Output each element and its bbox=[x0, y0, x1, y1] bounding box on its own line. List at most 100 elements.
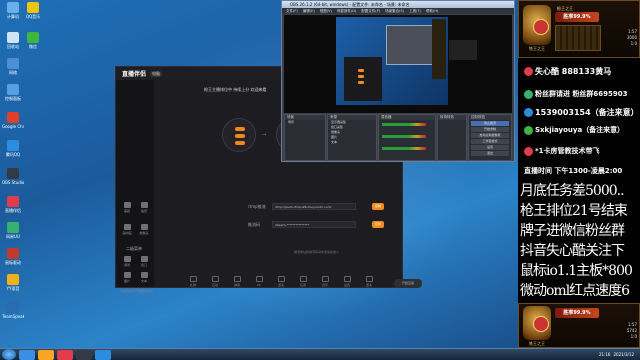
obs-titlebar: OBS 26.1.2 (64-bit, windows) - 配置文件: 未命名… bbox=[282, 1, 514, 8]
desktop-icon[interactable]: Google Chrome bbox=[2, 112, 24, 129]
bottom-tool[interactable]: 互动 bbox=[208, 276, 222, 287]
side-tool-icon bbox=[123, 224, 131, 230]
overlay-line-extra: 888133黄马 bbox=[561, 67, 612, 76]
overlay-line-icon bbox=[524, 125, 533, 135]
taskbar-app-icon[interactable] bbox=[95, 349, 111, 360]
desktop-icon[interactable]: 控制面板 bbox=[2, 84, 24, 101]
obs-menu-item[interactable]: 文件(F) bbox=[286, 8, 298, 14]
obs-control-button[interactable]: 启动虚拟摄像机 bbox=[471, 133, 509, 138]
tray-date[interactable]: 2021/3/12 bbox=[613, 352, 634, 357]
desktop-app-icon bbox=[7, 302, 19, 313]
desktop-icon[interactable]: 网易UU bbox=[2, 222, 24, 239]
bottom-tool[interactable]: PK bbox=[252, 276, 266, 287]
side-tool[interactable]: 图片 bbox=[120, 272, 134, 283]
overlay-line-text: 1539003154（备注来意） bbox=[535, 108, 639, 117]
desktop-icon[interactable]: QQ音乐 bbox=[22, 2, 44, 19]
overlay-line-extra: 粉丝群6695903 bbox=[572, 90, 628, 98]
obs-menu-item[interactable]: 工具(T) bbox=[409, 8, 421, 14]
obs-menu-item[interactable]: 停靠部件(D) bbox=[337, 8, 356, 14]
room-title[interactable]: 枪王主播排位中 持续上分 欢迎来看 bbox=[204, 87, 267, 93]
desktop-app-icon bbox=[7, 274, 19, 285]
scenes-dock[interactable]: 场景 场景 bbox=[284, 114, 326, 161]
desktop-app-icon bbox=[27, 32, 39, 43]
scene-item[interactable]: 场景 bbox=[285, 120, 325, 125]
side-tool[interactable]: 游戏 bbox=[120, 256, 134, 267]
side-tool-label: 画中画 bbox=[122, 231, 132, 235]
desktop-app-icon bbox=[7, 248, 19, 259]
bottom-tool-label: 音乐 bbox=[321, 283, 328, 287]
bottom-tool[interactable]: 音乐 bbox=[318, 276, 332, 287]
desktop-icon[interactable]: 网络 bbox=[2, 58, 24, 75]
desktop-icon[interactable]: TeamSpeak bbox=[2, 302, 24, 319]
side-tool[interactable]: 美颜 bbox=[120, 202, 134, 213]
bottom-tool[interactable]: 更多 bbox=[362, 276, 376, 287]
obs-menu-item[interactable]: 视图(V) bbox=[320, 8, 332, 14]
bottom-tool[interactable]: 连麦 bbox=[274, 276, 288, 287]
tray-clock[interactable]: 21:16 bbox=[599, 352, 611, 357]
transitions-dock[interactable]: 转场特效 bbox=[437, 114, 467, 161]
desktop-icon[interactable]: 鼠标驱动 bbox=[2, 248, 24, 265]
copy-rtmp-button[interactable]: 复制 bbox=[372, 203, 384, 210]
desktop-icon[interactable]: 微信 bbox=[22, 32, 44, 49]
start-live-button[interactable]: 开始直播 bbox=[394, 279, 422, 288]
taskbar-app-icon[interactable] bbox=[19, 349, 35, 360]
obs-control-button[interactable]: 开始录制 bbox=[471, 127, 509, 132]
stream-key-field[interactable]: stream-*************** bbox=[272, 221, 356, 228]
obs-control-button[interactable]: 设置 bbox=[471, 145, 509, 150]
preview-desktop bbox=[336, 17, 477, 105]
obs-menu-item[interactable]: 配置文件(P) bbox=[361, 8, 380, 14]
bottom-tool[interactable]: 礼物 bbox=[186, 276, 200, 287]
announcement-line: 牌子进微信粉丝群 bbox=[520, 223, 625, 239]
orange-pill bbox=[235, 127, 245, 131]
mixer-dock[interactable]: 混音器 bbox=[378, 114, 436, 161]
desktop-icon[interactable]: OBS Studio bbox=[2, 168, 24, 185]
desktop-icon[interactable]: 直播伴侣 bbox=[2, 196, 24, 213]
bottom-tool[interactable]: 设置 bbox=[340, 276, 354, 287]
taskbar-app-icon[interactable] bbox=[38, 349, 54, 360]
desktop-app-icon bbox=[7, 196, 19, 207]
side-tool[interactable]: 贴纸 bbox=[137, 202, 151, 213]
desktop-icon-label: 控制面板 bbox=[5, 96, 21, 101]
preview-orange-pill bbox=[358, 75, 364, 78]
announcement-line: 枪王排位21号结束 bbox=[520, 203, 628, 219]
side-tool[interactable]: 窗口 bbox=[137, 256, 151, 267]
app-sidebar: 美颜贴纸画中画摄像头游戏窗口图片文本视频音频投屏多媒体 二级菜单 当前直播已开始… bbox=[116, 80, 154, 293]
obs-preview[interactable] bbox=[284, 15, 512, 113]
desktop-icon-label: 网易UU bbox=[6, 234, 20, 239]
obs-control-button[interactable]: 退出 bbox=[471, 151, 509, 156]
bottom-tool[interactable]: 弹幕 bbox=[230, 276, 244, 287]
obs-menubar: 文件(F) 编辑(E) 视图(V) 停靠部件(D) 配置文件(P) 场景集合(S) 工具(T… bbox=[282, 8, 514, 14]
desktop-icon[interactable]: 计算机 bbox=[2, 2, 24, 19]
desktop-app-icon bbox=[7, 222, 19, 233]
rtmp-field[interactable]: rtmp://push-rtmp-l26.douyincdn.com/ bbox=[272, 203, 356, 210]
obs-menu-item[interactable]: 编辑(E) bbox=[303, 8, 315, 14]
obs-control-button[interactable]: 工作室模式 bbox=[471, 139, 509, 144]
bottom-tool[interactable]: 任务 bbox=[296, 276, 310, 287]
side-tool[interactable]: 画中画 bbox=[120, 224, 134, 235]
desktop-icon[interactable]: 回收站 bbox=[2, 32, 24, 49]
side-section-title: 二级菜单 bbox=[126, 246, 142, 251]
obs-window[interactable]: OBS 26.1.2 (64-bit, windows) - 配置文件: 未命名… bbox=[281, 0, 515, 162]
desktop-app-icon bbox=[7, 2, 19, 13]
start-button[interactable] bbox=[2, 349, 16, 360]
copy-stream-key-button[interactable]: 复制 bbox=[372, 221, 384, 228]
side-tool[interactable]: 摄像头 bbox=[137, 224, 151, 235]
overlay-line-icon bbox=[524, 146, 533, 156]
obs-docks: 场景 场景 来源 显示器采集 窗口采集 摄像头 图片 文本 混音器 转场特效 控制按钮 … bbox=[284, 114, 512, 161]
source-item[interactable]: 文本 bbox=[328, 140, 376, 145]
sources-dock[interactable]: 来源 显示器采集 窗口采集 摄像头 图片 文本 bbox=[327, 114, 377, 161]
bottom-tool-label: 礼物 bbox=[189, 283, 196, 287]
desktop-icon[interactable]: 腾讯QQ bbox=[2, 140, 24, 157]
side-tool[interactable]: 文本 bbox=[137, 272, 151, 283]
side-tool-label: 文本 bbox=[140, 279, 147, 283]
obs-control-button[interactable]: 停止推流 bbox=[471, 121, 509, 126]
obs-menu-item[interactable]: 场景集合(S) bbox=[385, 8, 404, 14]
side-tool-icon bbox=[140, 272, 148, 278]
taskbar-app-icon[interactable] bbox=[76, 349, 92, 360]
obs-menu-item[interactable]: 帮助(H) bbox=[426, 8, 438, 14]
rank-stat: 1:0 bbox=[630, 41, 637, 46]
desktop-icon[interactable]: YY语音 bbox=[2, 274, 24, 291]
taskbar-app-icon[interactable] bbox=[57, 349, 73, 360]
desktop-icon-label: YY语音 bbox=[6, 286, 20, 291]
app-badge[interactable]: 电脑 bbox=[150, 70, 163, 77]
